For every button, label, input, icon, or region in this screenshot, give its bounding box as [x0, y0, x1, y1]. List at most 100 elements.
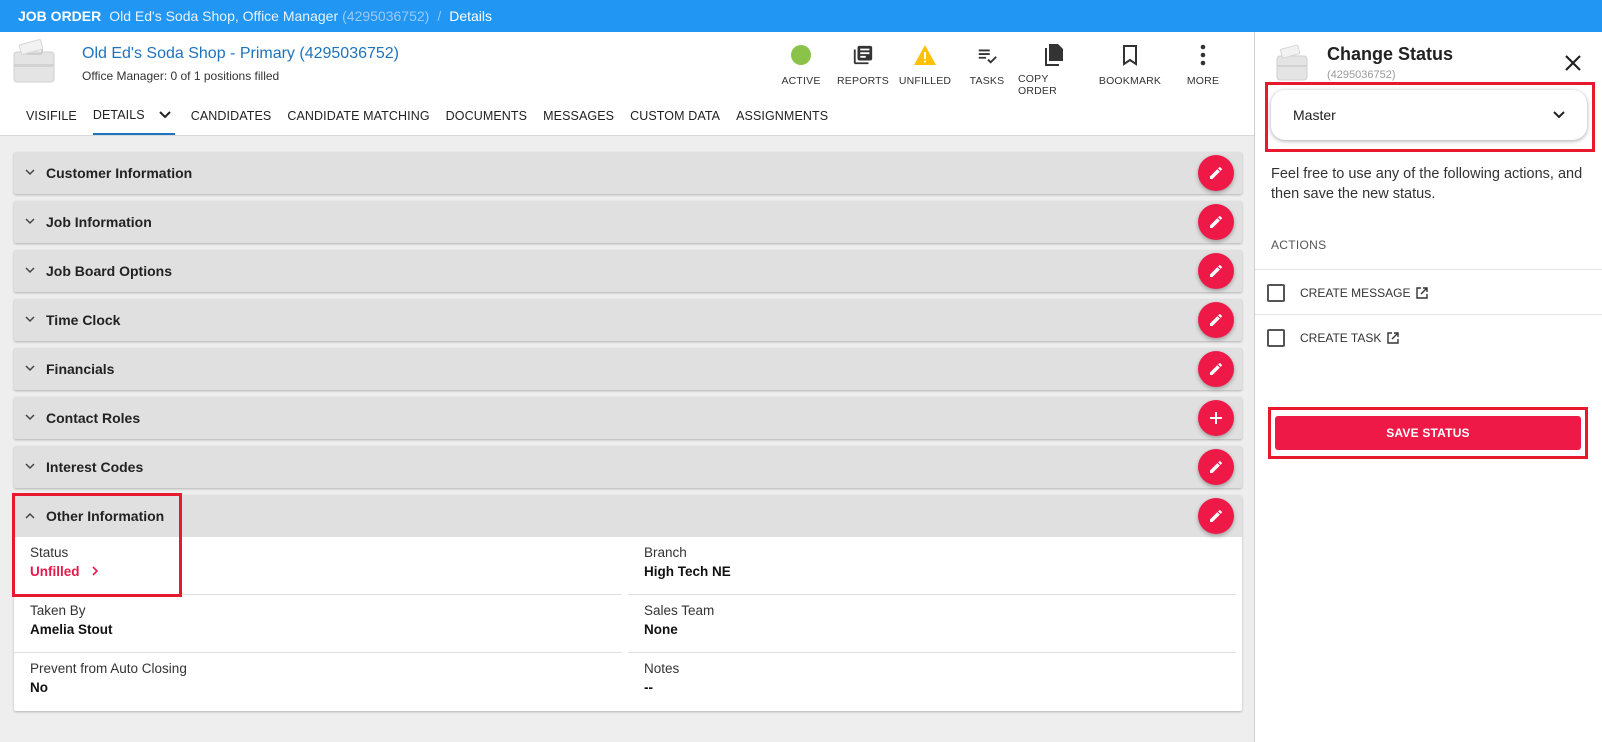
copy-order-action[interactable]: COPY ORDER	[1018, 32, 1090, 97]
section-contact-roles[interactable]: Contact Roles	[14, 397, 1242, 439]
edit-button[interactable]	[1198, 204, 1234, 240]
breadcrumb-separator: /	[437, 8, 442, 24]
status-dropdown[interactable]: Master	[1271, 90, 1587, 140]
create-message-checkbox[interactable]	[1267, 283, 1285, 302]
unfilled-action[interactable]: UNFILLED	[894, 32, 956, 96]
chevron-down-icon	[1553, 111, 1565, 119]
section-title: Contact Roles	[46, 410, 141, 426]
tab-candidates[interactable]: CANDIDATES	[191, 96, 272, 135]
create-task-option[interactable]: CREATE TASK	[1255, 314, 1602, 360]
chevron-down-icon	[14, 216, 46, 228]
record-subtitle: Office Manager: 0 of 1 positions filled	[82, 69, 280, 83]
status-dropdown-value: Master	[1293, 107, 1336, 123]
reports-action[interactable]: REPORTS	[832, 32, 894, 96]
section-title: Customer Information	[46, 165, 193, 181]
field-label: Notes	[644, 661, 680, 676]
section-customer-information[interactable]: Customer Information	[14, 152, 1242, 194]
field-prevent-auto-closing: Prevent from Auto Closing No	[14, 653, 622, 711]
field-value: No	[30, 680, 48, 695]
field-label: Taken By	[30, 603, 86, 618]
bookmark-label: BOOKMARK	[1098, 75, 1162, 87]
status-dot-icon	[790, 42, 812, 68]
breadcrumb-current: Details	[449, 8, 492, 24]
active-action[interactable]: ACTIVE	[770, 32, 832, 96]
section-interest-codes[interactable]: Interest Codes	[14, 446, 1242, 488]
breadcrumb-record[interactable]: Old Ed's Soda Shop, Office Manager	[109, 8, 338, 24]
change-status-panel: Change Status (4295036752) Master Feel f…	[1254, 32, 1602, 742]
record-header: Old Ed's Soda Shop - Primary (4295036752…	[0, 32, 1254, 97]
add-button[interactable]	[1198, 400, 1234, 436]
detail-sections: Customer Information Job Information Job…	[14, 152, 1242, 711]
field-value: None	[644, 622, 678, 637]
close-icon[interactable]	[1562, 52, 1584, 74]
field-sales-team: Sales Team None	[628, 595, 1236, 653]
pencil-icon	[1210, 166, 1222, 179]
bookmark-action[interactable]: BOOKMARK	[1090, 32, 1170, 96]
tab-visifile[interactable]: VISIFILE	[26, 96, 77, 135]
edit-button[interactable]	[1198, 253, 1234, 289]
reports-label: REPORTS	[837, 75, 889, 87]
pencil-icon	[1210, 264, 1222, 277]
external-link-icon	[1387, 331, 1400, 344]
field-status: Status Unfilled	[14, 537, 622, 595]
main-content: Old Ed's Soda Shop - Primary (4295036752…	[0, 32, 1254, 742]
section-title: Job Board Options	[46, 263, 172, 279]
header-actions: ACTIVE REPORTS UNFILLED TASKS COPY ORDER…	[770, 32, 1236, 97]
create-task-checkbox[interactable]	[1267, 328, 1285, 347]
edit-button[interactable]	[1198, 449, 1234, 485]
pencil-icon	[1210, 313, 1222, 326]
bookmark-icon	[1121, 42, 1139, 68]
section-financials[interactable]: Financials	[14, 348, 1242, 390]
tab-documents[interactable]: DOCUMENTS	[446, 96, 527, 135]
tab-custom-data[interactable]: CUSTOM DATA	[630, 96, 720, 135]
edit-button[interactable]	[1198, 155, 1234, 191]
create-message-option[interactable]: CREATE MESSAGE	[1255, 269, 1602, 315]
tasks-action[interactable]: TASKS	[956, 32, 1018, 96]
field-value: High Tech NE	[644, 564, 731, 579]
section-other-information-header[interactable]: Other Information	[14, 495, 1242, 537]
chevron-up-icon	[14, 510, 46, 522]
warning-icon	[913, 42, 937, 68]
save-status-button[interactable]: SAVE STATUS	[1275, 416, 1581, 450]
field-taken-by: Taken By Amelia Stout	[14, 595, 622, 653]
pencil-icon	[1210, 362, 1222, 375]
create-message-label: CREATE MESSAGE	[1300, 285, 1411, 300]
section-job-information[interactable]: Job Information	[14, 201, 1242, 243]
tasks-label: TASKS	[969, 75, 1005, 87]
chevron-down-icon	[14, 412, 46, 424]
more-action[interactable]: MORE	[1170, 32, 1236, 96]
tab-details[interactable]: DETAILS	[92, 96, 175, 135]
create-task-label: CREATE TASK	[1300, 330, 1382, 345]
section-title: Time Clock	[46, 312, 121, 328]
field-label: Branch	[644, 545, 687, 560]
field-notes: Notes --	[628, 653, 1236, 711]
breadcrumb-bar: JOB ORDER Old Ed's Soda Shop, Office Man…	[0, 0, 1602, 32]
tab-assignments[interactable]: ASSIGNMENTS	[736, 96, 828, 135]
field-label: Status	[30, 545, 69, 560]
section-other-information: Other Information Status Unfilled Branch…	[14, 495, 1242, 711]
external-link-icon	[1416, 286, 1429, 299]
tab-candidate-matching[interactable]: CANDIDATE MATCHING	[287, 96, 429, 135]
copy-icon	[1044, 42, 1064, 66]
status-link[interactable]: Unfilled	[30, 564, 606, 579]
actions-heading: ACTIONS	[1271, 238, 1327, 252]
panel-title: Change Status	[1327, 44, 1454, 64]
chevron-down-icon	[158, 110, 171, 118]
plus-icon	[1210, 412, 1222, 424]
chevron-down-icon	[14, 363, 46, 375]
section-job-board-options[interactable]: Job Board Options	[14, 250, 1242, 292]
briefcase-logo-icon	[13, 39, 55, 83]
edit-button[interactable]	[1198, 351, 1234, 387]
section-title: Other Information	[46, 508, 165, 524]
section-title: Financials	[46, 361, 115, 377]
pencil-icon	[1210, 460, 1222, 473]
edit-button[interactable]	[1198, 302, 1234, 338]
tab-messages[interactable]: MESSAGES	[543, 96, 614, 135]
pencil-icon	[1210, 215, 1222, 228]
edit-button[interactable]	[1198, 498, 1234, 534]
chevron-right-icon	[92, 566, 99, 576]
section-time-clock[interactable]: Time Clock	[14, 299, 1242, 341]
record-title[interactable]: Old Ed's Soda Shop - Primary (4295036752…	[82, 45, 399, 63]
breadcrumb-root[interactable]: JOB ORDER	[18, 8, 101, 24]
chevron-down-icon	[14, 265, 46, 277]
